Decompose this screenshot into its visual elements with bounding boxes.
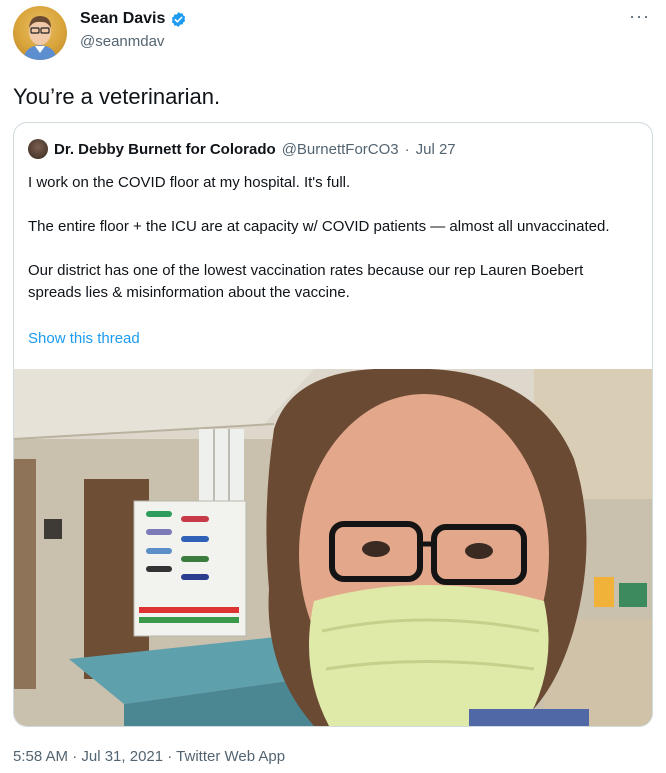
- quoted-paragraph: Our district has one of the lowest vacci…: [28, 262, 584, 301]
- quoted-tweet-date[interactable]: Jul 27: [416, 141, 456, 158]
- author-handle[interactable]: @seanmdav: [80, 33, 164, 50]
- tweet-timestamp-source[interactable]: 5:58 AM · Jul 31, 2021 · Twitter Web App: [13, 748, 285, 765]
- quoted-paragraph: I work on the COVID floor at my hospital…: [28, 174, 351, 191]
- show-thread-link[interactable]: Show this thread: [28, 330, 140, 347]
- quoted-tweet-photo[interactable]: [14, 369, 652, 726]
- dot-separator: ·: [404, 140, 410, 158]
- author-name-row[interactable]: Sean Davis: [80, 10, 187, 28]
- quoted-tweet-header: Dr. Debby Burnett for Colorado @BurnettF…: [28, 139, 456, 159]
- quoted-paragraph: The entire floor + the ICU are at capaci…: [28, 218, 610, 235]
- verified-badge-icon: [172, 11, 186, 27]
- author-avatar[interactable]: [13, 6, 67, 60]
- quoted-tweet-card[interactable]: Dr. Debby Burnett for Colorado @BurnettF…: [13, 122, 653, 727]
- more-options-icon[interactable]: ···: [629, 6, 650, 27]
- quoted-author-handle: @BurnettForCO3: [281, 140, 399, 158]
- quoted-author-avatar[interactable]: [28, 139, 48, 159]
- tweet-text: You’re a veterinarian.: [13, 84, 221, 109]
- author-display-name[interactable]: Sean Davis: [80, 10, 165, 28]
- quoted-author-name[interactable]: Dr. Debby Burnett for Colorado: [54, 141, 276, 158]
- quoted-tweet-body: I work on the COVID floor at my hospital…: [28, 172, 628, 304]
